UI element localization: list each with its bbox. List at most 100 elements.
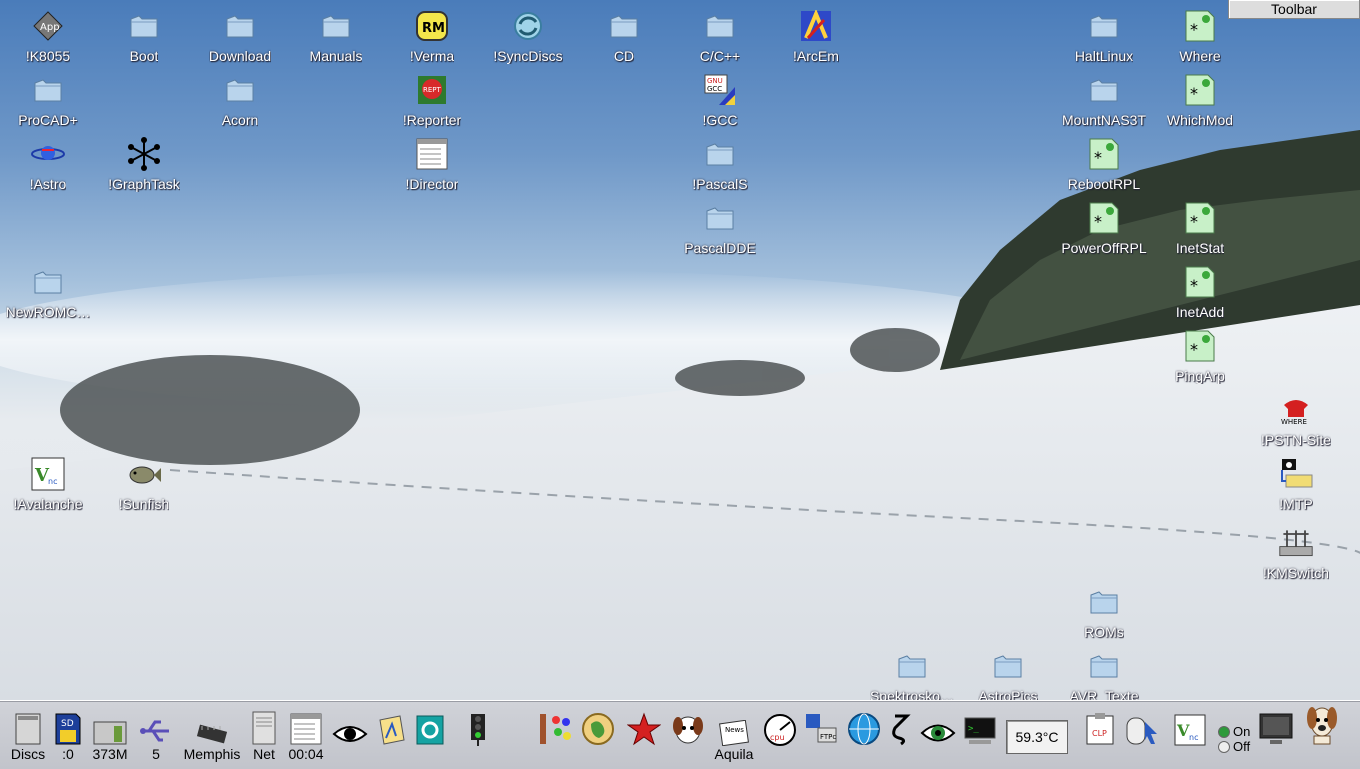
- web-icon: [846, 708, 882, 746]
- desktop-icon[interactable]: * PowerOffRPL: [1054, 200, 1154, 262]
- iconbar-item[interactable]: cpu: [758, 708, 802, 764]
- off-label: Off: [1233, 739, 1251, 754]
- folder-icon: [1086, 72, 1122, 108]
- desktop-icon[interactable]: RM !Verma: [382, 8, 482, 70]
- script-icon: *: [1182, 72, 1218, 108]
- desktop-icon[interactable]: AVR_Texte: [1054, 648, 1154, 700]
- desktop-icon[interactable]: C/C++: [670, 8, 770, 70]
- off-radio-icon[interactable]: [1218, 740, 1230, 753]
- fish-icon: [126, 456, 162, 492]
- iconbar-item[interactable]: SD:0: [46, 708, 90, 764]
- folder-icon: [1086, 8, 1122, 44]
- desktop-icon[interactable]: Boot: [94, 8, 194, 70]
- desktop-icon-label: !Sunfish: [118, 496, 170, 512]
- desktop-icon-label: PingArp: [1175, 368, 1225, 384]
- director-icon: [414, 136, 450, 172]
- desktop-icon[interactable]: Manuals: [286, 8, 386, 70]
- on-radio-icon[interactable]: [1218, 725, 1230, 738]
- iconbar-item[interactable]: [622, 708, 666, 764]
- desktop-icon-label: Download: [208, 48, 272, 64]
- desktop-icon[interactable]: !GraphTask: [94, 136, 194, 198]
- desktop-icon[interactable]: ROMs: [1054, 584, 1154, 646]
- iconbar-item[interactable]: [456, 708, 500, 764]
- desktop-icon[interactable]: WHERE !PSTN-Site: [1246, 392, 1346, 454]
- gcc-icon: GNU GCC: [702, 72, 738, 108]
- iconbar-item[interactable]: [1300, 707, 1344, 764]
- iconbar-item[interactable]: FTPc: [800, 708, 844, 764]
- desktop-icon[interactable]: * InetStat: [1150, 200, 1250, 262]
- iconbar-item[interactable]: [576, 708, 620, 764]
- iconbar-item[interactable]: [666, 708, 710, 764]
- desktop-icon[interactable]: !Astro: [0, 136, 98, 198]
- desktop-icon-label: InetStat: [1175, 240, 1225, 256]
- iconbar-item[interactable]: Net: [242, 708, 286, 764]
- notepad-icon: [374, 708, 410, 746]
- desktop-icon-label: !Director: [405, 176, 459, 192]
- desktop-icon[interactable]: * InetAdd: [1150, 264, 1250, 326]
- desktop-icon[interactable]: GNU GCC !GCC: [670, 72, 770, 134]
- iconbar-item[interactable]: 00:04: [284, 708, 328, 764]
- iconbar-item[interactable]: [408, 708, 452, 764]
- iconbar-item[interactable]: [1120, 708, 1164, 764]
- desktop-icon[interactable]: PascalDDE: [670, 200, 770, 262]
- desktop-icon[interactable]: Download: [190, 8, 290, 70]
- desktop-icon[interactable]: * WhichMod: [1150, 72, 1250, 134]
- iconbar-item[interactable]: 5: [134, 708, 178, 764]
- desktop-icon-label: CD: [613, 48, 635, 64]
- desktop-icon[interactable]: ProCAD+: [0, 72, 98, 134]
- desktop-icon[interactable]: REPT !Reporter: [382, 72, 482, 134]
- desktop-icon[interactable]: Vnc !Avalanche: [0, 456, 98, 518]
- desktop-icon-label: AstroPics: [978, 688, 1038, 700]
- iconbar-item[interactable]: Vnc: [1168, 708, 1212, 764]
- desktop-icon[interactable]: !SyncDiscs: [478, 8, 578, 70]
- folder-icon: [222, 8, 258, 44]
- eye-icon: [332, 708, 368, 746]
- svg-text:REPT: REPT: [423, 86, 442, 94]
- desktop-icon[interactable]: Acorn: [190, 72, 290, 134]
- avalanche-icon: Vnc: [30, 456, 66, 492]
- desktop-icon-label: !PascalS: [692, 176, 748, 192]
- iconbar-item[interactable]: [532, 708, 576, 764]
- desktop-icon-label: !GraphTask: [108, 176, 180, 192]
- iconbar-item[interactable]: [916, 708, 960, 764]
- iconbar-item[interactable]: CLP: [1078, 708, 1122, 764]
- desktop-icon[interactable]: !ArcEm: [766, 8, 866, 70]
- iconbar-item[interactable]: [1254, 708, 1298, 764]
- desktop-icon[interactable]: HaltLinux: [1054, 8, 1154, 70]
- camera-icon: [1278, 456, 1314, 492]
- desktop-icon-label: PascalDDE: [684, 240, 756, 256]
- folder-icon: [222, 72, 258, 108]
- clock-menu-icon: [288, 708, 324, 746]
- desktop-icon[interactable]: NewROMC…: [0, 264, 98, 326]
- desktop-icon-label: NewROMC…: [5, 304, 91, 320]
- sync-app-icon: [412, 708, 448, 746]
- desktop-icon[interactable]: CD: [574, 8, 674, 70]
- iconbar-item[interactable]: News Aquila: [712, 708, 756, 764]
- star-icon: [626, 708, 662, 746]
- desktop-icon[interactable]: AstroPics: [958, 648, 1058, 700]
- iconbar-item-label: Discs: [10, 746, 46, 762]
- iconbar-item-label: Aquila: [714, 746, 754, 762]
- desktop-icon-label: InetAdd: [1175, 304, 1225, 320]
- desktop-icon-label: PowerOffRPL: [1061, 240, 1147, 256]
- iconbar-item[interactable]: Discs: [6, 708, 50, 764]
- desktop-icon[interactable]: !PascalS: [670, 136, 770, 198]
- desktop-icon[interactable]: App !K8055: [0, 8, 98, 70]
- cpu-temperature-display[interactable]: 59.3°C: [1006, 720, 1068, 754]
- on-off-toggle[interactable]: On Off: [1218, 724, 1250, 754]
- desktop-icon[interactable]: MountNAS3T: [1054, 72, 1154, 134]
- desktop-icon[interactable]: !MTP: [1246, 456, 1346, 518]
- desktop-icon[interactable]: !KMSwitch: [1246, 525, 1346, 587]
- desktop-icon[interactable]: Spektrosko…: [862, 648, 962, 700]
- iconbar-item[interactable]: >_: [958, 708, 1002, 764]
- iconbar-item[interactable]: 373M: [88, 708, 132, 764]
- iconbar-item[interactable]: [328, 708, 372, 764]
- desktop-icon[interactable]: !Sunfish: [94, 456, 194, 518]
- iconbar-item[interactable]: Memphis: [184, 708, 240, 764]
- svg-text:GNU: GNU: [707, 77, 723, 85]
- desktop-icon[interactable]: * PingArp: [1150, 328, 1250, 390]
- desktop-icon[interactable]: * RebootRPL: [1054, 136, 1154, 198]
- desktop-icon[interactable]: !Director: [382, 136, 482, 198]
- svg-text:*: *: [1190, 276, 1198, 295]
- toolbar-button[interactable]: Toolbar: [1228, 0, 1360, 19]
